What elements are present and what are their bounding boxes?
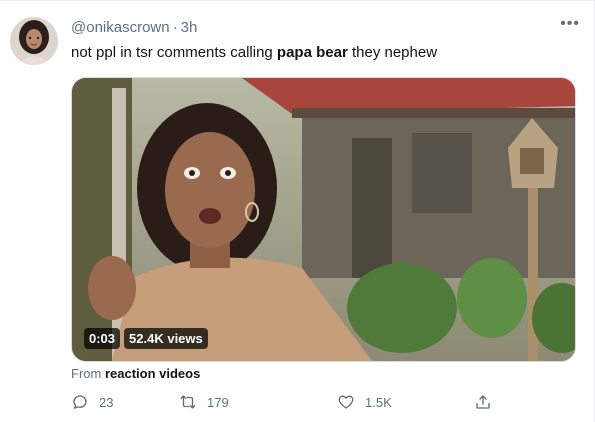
reply-button[interactable]: 23: [71, 393, 113, 411]
video-views: 52.4K views: [124, 328, 208, 349]
tweet-text: not ppl in tsr comments calling papa bea…: [71, 44, 437, 61]
media-source: From reaction videos: [71, 366, 200, 381]
video-overlay: 0:03 52.4K views: [84, 328, 208, 349]
video-duration: 0:03: [84, 328, 121, 349]
like-count: 1.5K: [365, 394, 392, 410]
source-link[interactable]: reaction videos: [105, 366, 200, 381]
tweet-text-after: they nephew: [347, 44, 438, 61]
retweet-button[interactable]: 179: [179, 393, 229, 411]
tweet-card[interactable]: @onikascrown · 3h ••• not ppl in tsr comme…: [0, 0, 595, 422]
share-icon: [476, 395, 490, 409]
source-prefix: From: [71, 366, 105, 381]
heart-icon: [338, 395, 354, 409]
video-thumbnail: [72, 78, 575, 361]
tweet-text-before: not ppl in tsr comments calling: [71, 44, 277, 61]
retweet-count: 179: [207, 394, 229, 410]
action-bar: 23 179 1.5K: [71, 393, 501, 415]
avatar-image: [10, 17, 58, 65]
share-button[interactable]: [474, 393, 492, 411]
avatar[interactable]: [10, 17, 58, 65]
reply-icon: [73, 395, 87, 410]
reply-count: 23: [99, 394, 114, 410]
tweet-header: @onikascrown · 3h: [71, 19, 197, 36]
more-horizontal-icon[interactable]: •••: [560, 15, 580, 33]
tweet-timestamp[interactable]: 3h: [181, 19, 198, 36]
like-button[interactable]: 1.5K: [337, 393, 392, 411]
tweet-text-bold: papa bear: [276, 44, 348, 61]
user-handle[interactable]: @onikascrown: [71, 19, 170, 36]
retweet-icon: [180, 395, 196, 409]
video-player[interactable]: 0:03 52.4K views: [71, 77, 576, 362]
separator-dot: ·: [172, 19, 178, 36]
